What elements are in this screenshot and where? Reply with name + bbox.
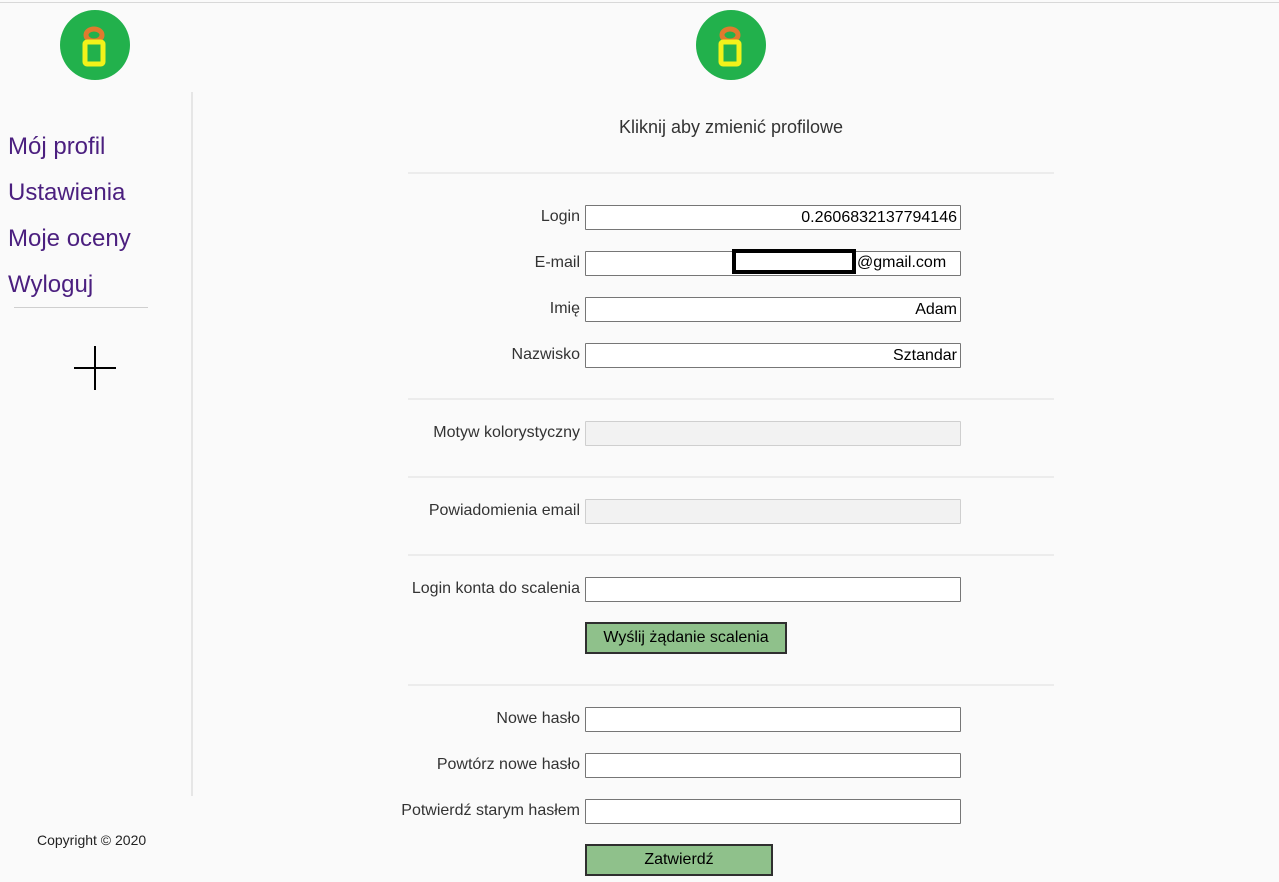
sidebar-item-logout[interactable]: Wyloguj xyxy=(8,271,93,299)
top-rule xyxy=(0,2,1279,3)
repeat-password-label: Powtórz nowe hasło xyxy=(436,756,580,773)
last-name-label: Nazwisko xyxy=(511,346,580,363)
repeat-password-field[interactable] xyxy=(585,753,961,778)
new-password-label: Nowe hasło xyxy=(496,710,580,727)
section-divider xyxy=(408,398,1054,400)
send-merge-request-button[interactable]: Wyślij żądanie scalenia xyxy=(585,622,787,654)
confirm-button[interactable]: Zatwierdź xyxy=(585,844,773,876)
section-divider xyxy=(408,172,1054,174)
merge-login-label: Login konta do scalenia xyxy=(411,580,580,597)
login-label: Login xyxy=(540,208,580,225)
change-profile-picture-link[interactable]: Kliknij aby zmienić profilowe xyxy=(408,117,1054,138)
section-divider xyxy=(408,554,1054,556)
first-name-label: Imię xyxy=(549,300,580,317)
merge-login-field[interactable] xyxy=(585,577,961,602)
copyright: Copyright © 2020 xyxy=(37,832,147,848)
section-divider xyxy=(408,684,1054,686)
redacted-email-box xyxy=(732,249,856,274)
sidebar-item-settings[interactable]: Ustawienia xyxy=(8,179,125,207)
sidebar-item-my-profile[interactable]: Mój profil xyxy=(8,133,105,161)
first-name-field[interactable] xyxy=(585,297,961,322)
sidebar-item-my-ratings[interactable]: Moje oceny xyxy=(8,225,131,253)
profile-picture-icon[interactable] xyxy=(696,10,766,80)
old-password-field[interactable] xyxy=(585,799,961,824)
login-field[interactable] xyxy=(585,205,961,230)
theme-label: Motyw kolorystyczny xyxy=(433,424,580,441)
notifications-label: Powiadomienia email xyxy=(428,502,580,519)
sidebar-logo-icon[interactable] xyxy=(60,10,130,80)
new-password-field[interactable] xyxy=(585,707,961,732)
email-label: E-mail xyxy=(534,254,580,271)
last-name-field[interactable] xyxy=(585,343,961,368)
theme-select[interactable] xyxy=(585,421,961,446)
old-password-label: Potwierdź starym hasłem xyxy=(401,802,580,819)
section-divider xyxy=(408,476,1054,478)
email-notifications-select[interactable] xyxy=(585,499,961,524)
email-domain: @gmail.com xyxy=(857,254,947,271)
page: Mój profil Ustawienia Moje oceny Wyloguj… xyxy=(0,0,1279,882)
